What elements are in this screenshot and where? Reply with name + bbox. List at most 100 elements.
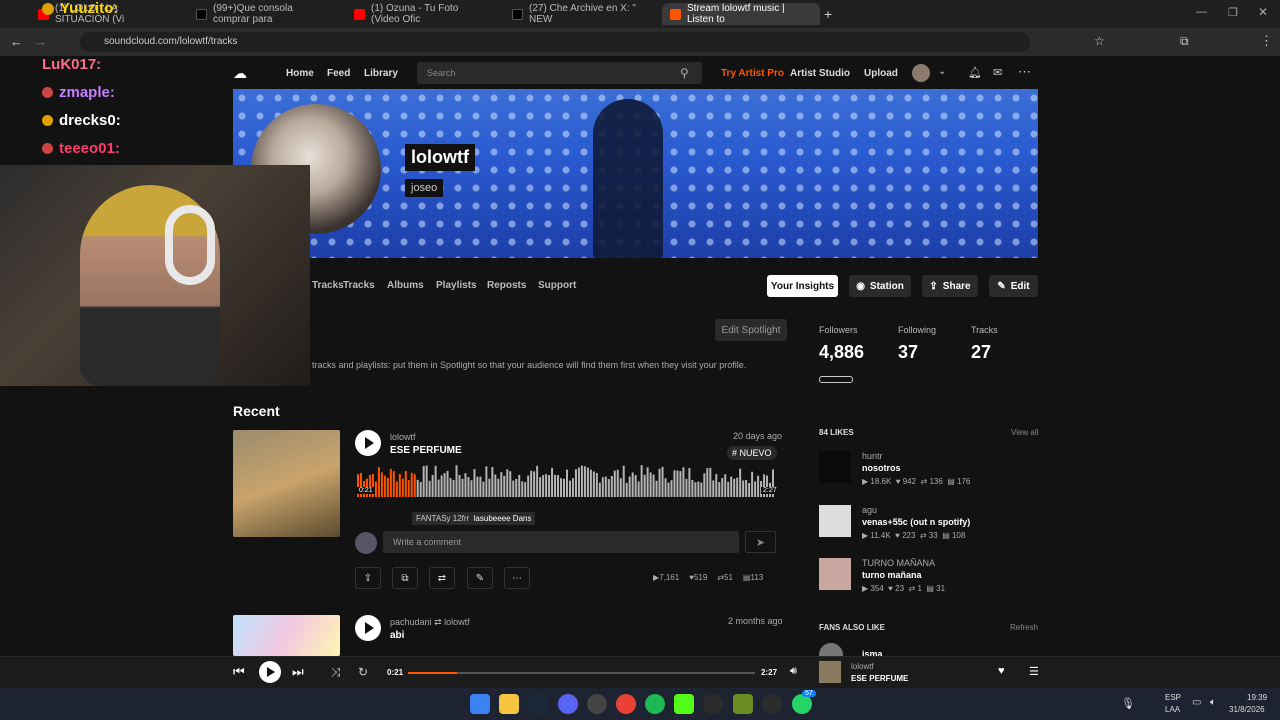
liked-track-user[interactable]: TURNO MAÑANA <box>862 558 935 568</box>
copy-link-icon[interactable]: ⧉ <box>392 567 418 589</box>
your-insights-button[interactable]: Your Insights <box>767 275 838 297</box>
artist-studio-link[interactable]: Artist Studio <box>790 68 850 79</box>
track-tag[interactable]: # NUEVO <box>727 446 777 460</box>
send-comment-icon[interactable]: ➤ <box>745 531 776 553</box>
reposter-name[interactable]: lolowtf <box>444 617 470 627</box>
edit-track-icon[interactable]: ✎ <box>467 567 493 589</box>
tab-reposts[interactable]: Reposts <box>487 280 526 291</box>
liked-track[interactable]: huntr nosotros ▶ 18.6K ♥ 942 ⇄ 136 ▤ 176 <box>819 451 1039 493</box>
spotify-icon[interactable] <box>645 694 665 714</box>
liked-track[interactable]: agu venas+55c (out n spotify) ▶ 11.4K ♥ … <box>819 505 1039 547</box>
player-artwork[interactable] <box>819 661 841 683</box>
notifications-bell-icon[interactable]: 🔔︎ <box>968 66 982 79</box>
tab-albums[interactable]: Albums <box>387 280 424 291</box>
soundcloud-logo-icon[interactable]: ☁ <box>233 65 247 82</box>
search-input[interactable]: Search <box>417 62 702 84</box>
liked-track-user[interactable]: huntr <box>862 451 883 461</box>
try-artist-pro-link[interactable]: Try Artist Pro <box>721 68 784 79</box>
tracks-count[interactable]: 27 <box>971 342 991 363</box>
view-all-link[interactable]: View all <box>1011 428 1038 437</box>
track-title[interactable]: ESE PERFUME <box>390 445 462 456</box>
reposts-stat[interactable]: ⇄51 <box>717 573 733 582</box>
app-icon[interactable] <box>733 694 753 714</box>
network-icon[interactable]: ▭ <box>1192 697 1201 708</box>
next-icon[interactable]: ⏭ <box>292 664 304 680</box>
track-title[interactable]: abi <box>390 630 404 641</box>
windows-start-icon[interactable] <box>470 694 490 714</box>
comments-stat[interactable]: ▤113 <box>743 573 763 582</box>
liked-track[interactable]: TURNO MAÑANA turno mañana ▶ 354 ♥ 23 ⇄ 1… <box>819 558 1039 600</box>
back-icon[interactable]: ← <box>10 34 23 49</box>
clock-time[interactable]: 19:39 <box>1247 693 1267 702</box>
more-options-icon[interactable]: ⋯ <box>504 567 530 589</box>
refresh-link[interactable]: Refresh <box>1010 623 1038 632</box>
tab-playlists[interactable]: Playlists <box>436 280 477 291</box>
share-track-icon[interactable]: ⇪ <box>355 567 381 589</box>
minimize-button[interactable]: — <box>1196 6 1207 18</box>
menu-icon[interactable]: ⋮ <box>1260 33 1273 49</box>
liked-track-user[interactable]: agu <box>862 505 877 515</box>
app-icon[interactable] <box>762 694 782 714</box>
nav-home[interactable]: Home <box>286 68 314 79</box>
browser-tab[interactable]: (99+)Que consola comprar para <box>188 3 338 25</box>
steam-icon[interactable] <box>528 694 548 714</box>
language-indicator[interactable]: ESP <box>1165 693 1181 702</box>
file-explorer-icon[interactable] <box>499 694 519 714</box>
browser-tab[interactable]: (27) Che Archive en X: " NEW <box>504 3 654 25</box>
track-artwork[interactable] <box>233 615 340 656</box>
discord-icon[interactable] <box>558 694 578 714</box>
comment-input[interactable]: Write a comment <box>383 531 739 553</box>
repost-icon[interactable]: ⇄ <box>429 567 455 589</box>
extensions-icon[interactable]: ⧉ <box>1180 34 1189 49</box>
whatsapp-icon[interactable] <box>792 694 812 714</box>
search-icon[interactable]: ⚲ <box>680 66 689 80</box>
microphone-icon[interactable]: 🎙︎ <box>1121 697 1135 710</box>
address-input[interactable]: soundcloud.com/lolowtf/tracks <box>80 32 1030 52</box>
tab-all[interactable]: Tracks <box>312 280 344 291</box>
share-button[interactable]: ⇪ Share <box>922 275 978 297</box>
new-tab-button[interactable]: + <box>824 6 832 22</box>
like-heart-icon[interactable]: ♥ <box>998 665 1005 677</box>
bookmark-star-icon[interactable]: ☆ <box>1094 34 1105 48</box>
queue-icon[interactable]: ☰ <box>1029 665 1039 678</box>
tab-support[interactable]: Support <box>538 280 576 291</box>
volume-icon[interactable]: 🔊︎ <box>790 665 797 678</box>
chrome-icon[interactable] <box>616 694 636 714</box>
forward-icon[interactable]: → <box>34 34 47 49</box>
progress-bar[interactable] <box>408 672 755 674</box>
maximize-button[interactable]: ❐ <box>1228 6 1238 19</box>
clock-date[interactable]: 31/8/2026 <box>1229 705 1265 714</box>
suggested-artist-avatar[interactable] <box>819 643 843 656</box>
edit-spotlight-button[interactable]: Edit Spotlight <box>715 319 787 341</box>
liked-track-title[interactable]: nosotros <box>862 463 901 473</box>
more-menu-icon[interactable]: ⋯ <box>1018 64 1031 80</box>
repeat-icon[interactable]: ↻ <box>358 665 368 679</box>
app-icon[interactable] <box>703 694 723 714</box>
close-window-button[interactable]: ✕ <box>1258 5 1268 19</box>
nav-feed[interactable]: Feed <box>327 68 350 79</box>
tab-tracks[interactable]: Tracks <box>343 280 375 291</box>
browser-tab-active[interactable]: Stream lolowtf music | Listen to <box>662 3 820 25</box>
following-count[interactable]: 37 <box>898 342 918 363</box>
followers-count[interactable]: 4,886 <box>819 342 864 363</box>
liked-track-title[interactable]: venas+55c (out n spotify) <box>862 517 970 527</box>
upload-link[interactable]: Upload <box>864 68 898 79</box>
browser-tab[interactable]: (1) Ozuna - Tu Foto (Video Ofic <box>346 3 496 25</box>
edit-button[interactable]: ✎ Edit <box>989 275 1038 297</box>
obs-icon[interactable] <box>587 694 607 714</box>
user-avatar[interactable] <box>912 64 930 82</box>
track-artwork[interactable] <box>233 430 340 537</box>
likes-stat[interactable]: ♥519 <box>689 573 707 582</box>
speaker-icon[interactable]: 🔈︎ <box>1210 697 1216 708</box>
player-title[interactable]: ESE PERFUME <box>851 674 908 683</box>
player-artist[interactable]: lolowtf <box>851 662 874 671</box>
kick-icon[interactable] <box>674 694 694 714</box>
play-button[interactable] <box>355 615 381 641</box>
shuffle-icon[interactable]: ⤨ <box>331 665 341 680</box>
play-button[interactable] <box>355 430 381 456</box>
waveform[interactable] <box>357 465 775 505</box>
previous-icon[interactable]: ⏮ <box>233 664 245 680</box>
liked-track-title[interactable]: turno mañana <box>862 570 922 580</box>
track-artist[interactable]: lolowtf <box>390 432 416 442</box>
messages-icon[interactable]: ✉ <box>993 66 1002 79</box>
